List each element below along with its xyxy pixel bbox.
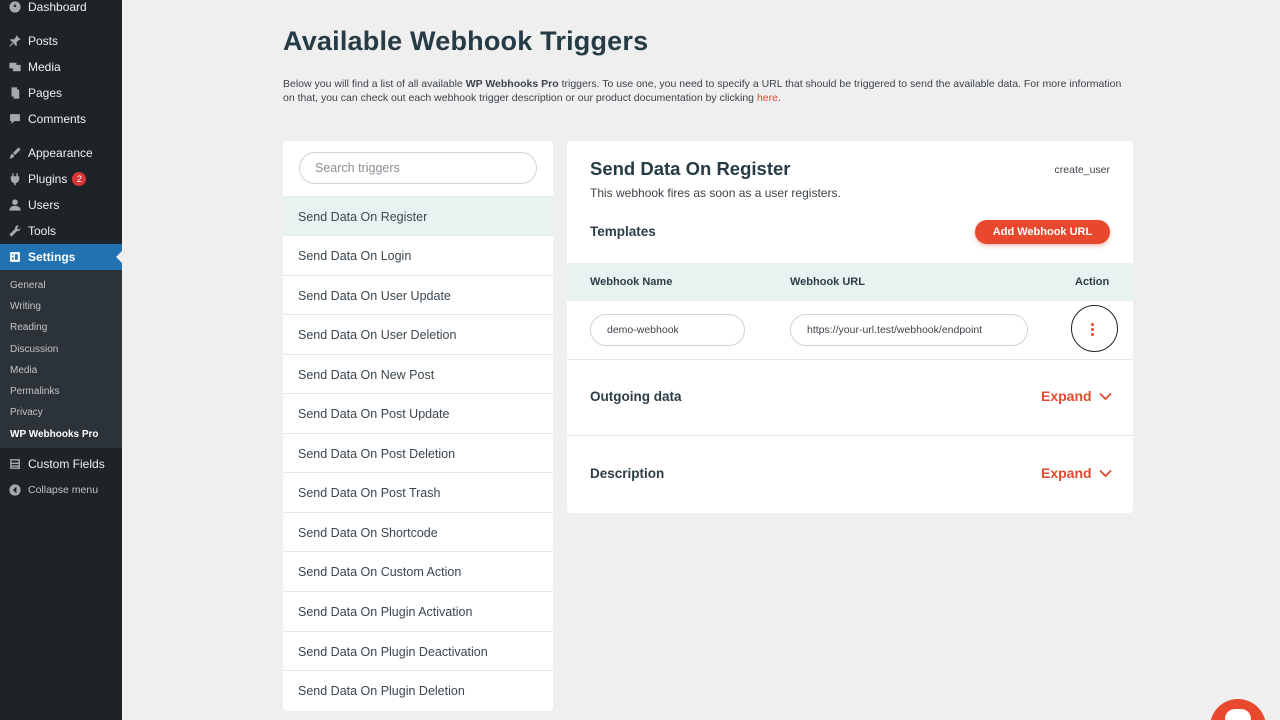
trigger-item[interactable]: Send Data On Post Update [283, 393, 553, 433]
wrench-icon [0, 224, 28, 238]
webhook-url-field[interactable]: https://your-url.test/webhook/endpoint [790, 314, 1028, 346]
menu-label: Settings [28, 250, 76, 264]
plugin-update-badge: 2 [72, 172, 87, 186]
submenu-writing[interactable]: Writing [10, 301, 41, 312]
trigger-item[interactable]: Send Data On User Update [283, 275, 553, 315]
product-name: WP Webhooks Pro [465, 78, 559, 90]
menu-label: Comments [28, 112, 87, 126]
outgoing-data-label: Outgoing data [590, 389, 682, 404]
menu-media[interactable]: Media [0, 54, 122, 80]
trigger-item[interactable]: Send Data On Plugin Activation [283, 591, 553, 631]
menu-label: Posts [28, 34, 59, 48]
trigger-item[interactable]: Send Data On Register [283, 196, 553, 236]
menu-label: Plugins [28, 172, 68, 186]
trigger-item[interactable]: Send Data On Post Trash [283, 472, 553, 512]
intro-text: Below you will find a list of all availa… [283, 77, 1123, 105]
menu-settings[interactable]: Settings [0, 244, 122, 270]
brush-icon [0, 146, 28, 160]
trigger-item[interactable]: Send Data On Custom Action [283, 551, 553, 591]
chat-support-button[interactable] [1210, 699, 1266, 720]
menu-comments[interactable]: Comments [0, 106, 122, 132]
outgoing-data-expand-toggle[interactable]: Expand [1041, 388, 1112, 404]
column-header-action: Action [1075, 276, 1110, 288]
divider [567, 359, 1133, 360]
trigger-title: Send Data On Register [590, 158, 791, 179]
settings-submenu: General Writing Reading Discussion Media… [0, 270, 122, 448]
submenu-permalinks[interactable]: Permalinks [10, 386, 59, 397]
menu-custom-fields[interactable]: Custom Fields [0, 451, 122, 477]
submenu-wp-webhooks-pro[interactable]: WP Webhooks Pro [10, 429, 99, 440]
menu-label: Dashboard [28, 0, 87, 14]
submenu-discussion[interactable]: Discussion [10, 344, 58, 355]
more-dots-icon [1091, 323, 1094, 326]
trigger-description: This webhook fires as soon as a user reg… [590, 186, 841, 200]
collapse-menu-button[interactable]: Collapse menu [0, 477, 122, 503]
menu-label: Tools [28, 224, 57, 238]
pin-icon [0, 34, 28, 48]
trigger-item[interactable]: Send Data On Plugin Deactivation [283, 631, 553, 671]
chevron-down-icon [1098, 392, 1112, 400]
pages-icon [0, 86, 28, 100]
comment-icon [0, 112, 28, 126]
media-icon [0, 60, 28, 74]
menu-users[interactable]: Users [0, 192, 122, 218]
expand-label: Expand [1041, 465, 1092, 481]
submenu-general[interactable]: General [10, 280, 46, 291]
menu-label: Users [28, 198, 60, 212]
chat-icon [1225, 709, 1251, 720]
trigger-item[interactable]: Send Data On Login [283, 235, 553, 275]
intro-part: . [777, 92, 781, 104]
search-triggers-input[interactable] [299, 152, 537, 184]
more-dots-icon [1091, 328, 1094, 331]
divider [567, 435, 1133, 436]
page-title: Available Webhook Triggers [283, 26, 649, 56]
trigger-detail-card: Send Data On Register create_user This w… [567, 141, 1133, 513]
trigger-list-panel: Send Data On Register Send Data On Login… [283, 141, 553, 711]
documentation-link[interactable]: here [757, 92, 778, 104]
add-webhook-url-button[interactable]: Add Webhook URL [975, 220, 1110, 244]
menu-appearance[interactable]: Appearance [0, 140, 122, 166]
trigger-item[interactable]: Send Data On New Post [283, 354, 553, 394]
dashboard-icon [0, 0, 28, 14]
webhook-name-field[interactable]: demo-webhook [590, 314, 745, 346]
expand-label: Expand [1041, 388, 1092, 404]
description-expand-toggle[interactable]: Expand [1041, 465, 1112, 481]
column-header-name: Webhook Name [590, 276, 673, 288]
menu-plugins[interactable]: Plugins 2 [0, 166, 122, 192]
menu-tools[interactable]: Tools [0, 218, 122, 244]
menu-label: Media [28, 60, 61, 74]
settings-icon [0, 250, 28, 264]
admin-sidebar: Dashboard Posts Media Pages Comments App… [0, 0, 122, 720]
menu-label: Pages [28, 86, 63, 100]
menu-pages[interactable]: Pages [0, 80, 122, 106]
menu-label: Collapse menu [28, 484, 99, 496]
collapse-arrow-icon [0, 483, 28, 497]
intro-part: Below you will find a list of all availa… [283, 78, 466, 90]
templates-label: Templates [590, 224, 656, 239]
trigger-item[interactable]: Send Data On User Deletion [283, 314, 553, 354]
column-header-url: Webhook URL [790, 276, 865, 288]
submenu-reading[interactable]: Reading [10, 322, 47, 333]
trigger-item[interactable]: Send Data On Shortcode [283, 512, 553, 552]
menu-label: Custom Fields [28, 457, 105, 471]
action-menu-button[interactable] [1071, 305, 1118, 352]
trigger-item[interactable]: Send Data On Plugin Deletion [283, 670, 553, 710]
plugin-icon [0, 172, 28, 186]
chevron-down-icon [1098, 469, 1112, 477]
submenu-privacy[interactable]: Privacy [10, 407, 43, 418]
webhook-table-header: Webhook Name Webhook URL Action [567, 263, 1133, 301]
trigger-slug: create_user [1054, 164, 1110, 176]
trigger-item[interactable]: Send Data On Post Deletion [283, 433, 553, 473]
submenu-media[interactable]: Media [10, 365, 37, 376]
grid-icon [0, 457, 28, 471]
user-icon [0, 198, 28, 212]
menu-label: Appearance [28, 146, 93, 160]
menu-posts[interactable]: Posts [0, 28, 122, 54]
description-label: Description [590, 466, 665, 481]
more-dots-icon [1091, 333, 1094, 336]
menu-dashboard[interactable]: Dashboard [0, 0, 122, 20]
